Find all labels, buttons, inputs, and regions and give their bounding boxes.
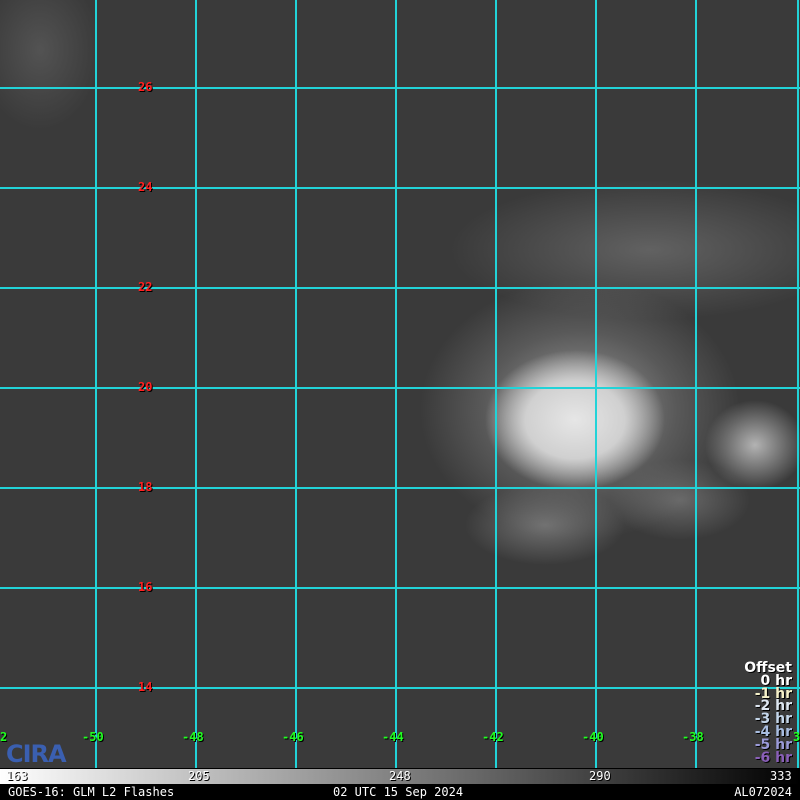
grid-line-lon <box>695 0 697 768</box>
timestamp: 02 UTC 15 Sep 2024 <box>333 785 464 799</box>
lat-label: 14 <box>138 680 153 694</box>
grid-line-lat <box>0 87 800 89</box>
lat-label: 26 <box>138 80 153 94</box>
lon-label: -44 <box>382 730 404 744</box>
lat-label: 22 <box>138 280 153 294</box>
colorbar-tick: 248 <box>389 769 411 783</box>
grid-line-lat <box>0 687 800 689</box>
colorbar-tick: 205 <box>188 769 210 783</box>
grid-line-lon <box>797 0 799 768</box>
grid-line-lon <box>95 0 97 768</box>
lon-label: -38 <box>682 730 704 744</box>
grid-line-lat <box>0 287 800 289</box>
footer: GOES-16: GLM L2 Flashes 02 UTC 15 Sep 20… <box>0 784 800 800</box>
grid-line-lon <box>195 0 197 768</box>
grid-line-lat <box>0 487 800 489</box>
color-bar: 163 205 248 290 333 <box>0 768 800 784</box>
lat-label: 16 <box>138 580 153 594</box>
grid-line-lon <box>595 0 597 768</box>
lat-label: 24 <box>138 180 153 194</box>
colorbar-tick: 333 <box>770 769 792 783</box>
lat-label: 18 <box>138 480 153 494</box>
lon-label: -42 <box>482 730 504 744</box>
lon-label: 3 <box>793 730 800 744</box>
lon-label: -46 <box>282 730 304 744</box>
grid-line-lat <box>0 587 800 589</box>
offset-legend: Offset 0 hr -1 hr -2 hr -3 hr -4 hr -5 h… <box>744 661 792 766</box>
colorbar-tick: 163 <box>6 769 28 783</box>
grid-line-lon <box>295 0 297 768</box>
lon-label: -50 <box>82 730 104 744</box>
lon-label: -40 <box>582 730 604 744</box>
lon-label: -48 <box>182 730 204 744</box>
grid-line-lat <box>0 187 800 189</box>
grid-line-lon <box>395 0 397 768</box>
storm-id: AL072024 <box>734 785 792 799</box>
grid-line-lon <box>495 0 497 768</box>
lat-label: 20 <box>138 380 153 394</box>
colorbar-tick: 290 <box>589 769 611 783</box>
legend-item: -6 hr <box>754 749 792 766</box>
satellite-image: 26 24 22 20 18 16 14 2 -50 -48 -46 -44 -… <box>0 0 800 768</box>
product-label: GOES-16: GLM L2 Flashes <box>8 785 175 799</box>
grid-line-lat <box>0 387 800 389</box>
cira-logo: CIRA <box>6 740 67 768</box>
